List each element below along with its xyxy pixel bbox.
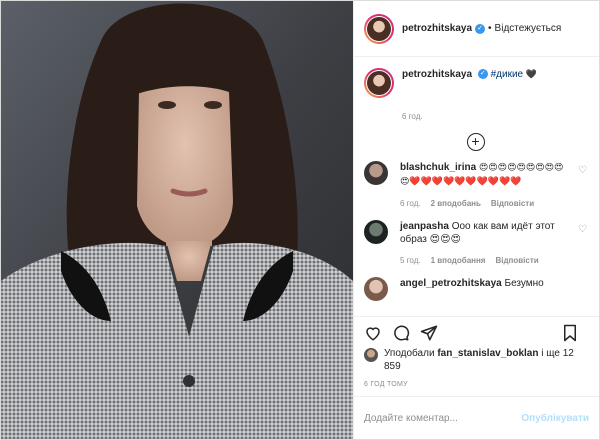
posted-ago[interactable]: 6 ГОД ТОМУ [364, 381, 408, 388]
comment-text: Безумно [504, 278, 544, 289]
comment-like-icon[interactable]: ♡ [578, 224, 587, 235]
comment-time[interactable]: 6 год. [400, 197, 421, 210]
comment-author[interactable]: angel_petrozhitskaya [400, 278, 502, 289]
comments-list[interactable]: petrozhitskaya ✓ #дикие 🖤 6 год. + blash… [354, 58, 599, 308]
author-avatar[interactable] [364, 13, 394, 44]
comment-reply-button[interactable]: Відповісти [491, 197, 534, 210]
share-send-icon[interactable] [420, 324, 438, 342]
separator-dot: • [488, 23, 492, 34]
likes-prefix: Уподобали [384, 348, 435, 359]
comment-likes[interactable]: 1 вподобання [431, 254, 486, 267]
comment-avatar[interactable] [364, 220, 388, 244]
load-more-comments-icon[interactable]: + [466, 133, 485, 151]
portrait-image [1, 1, 353, 439]
author-username[interactable]: petrozhitskaya [402, 23, 472, 34]
comment-item: jeanpasha Ооо как вам идёт этот образ 😍😍… [364, 220, 587, 267]
comment-avatar[interactable] [364, 277, 388, 301]
verified-icon: ✓ [475, 23, 486, 34]
caption-author[interactable]: petrozhitskaya [402, 69, 472, 80]
verified-icon: ✓ [477, 69, 488, 80]
comment-reply-button[interactable]: Відповісти [495, 254, 538, 267]
follow-status-button[interactable]: Відстежується [495, 23, 562, 34]
publish-button[interactable]: Опублікувати [521, 413, 589, 424]
add-comment-input[interactable] [364, 412, 522, 424]
comment-item: angel_petrozhitskaya Безумно [364, 277, 587, 301]
comment-time[interactable]: 5 год. [400, 254, 421, 267]
caption-author-avatar[interactable] [364, 68, 394, 98]
comment-author[interactable]: jeanpasha [400, 221, 449, 232]
post-actions-bar [354, 316, 599, 348]
post-side-panel: petrozhitskaya ✓ • Відстежується petrozh… [353, 1, 599, 439]
comment-like-icon[interactable]: ♡ [578, 165, 587, 176]
comment-avatar[interactable] [364, 161, 388, 185]
likes-user[interactable]: fan_stanislav_boklan [437, 348, 538, 359]
comment-likes[interactable]: 2 вподобань [431, 197, 481, 210]
comment-author[interactable]: blashchuk_irina [400, 162, 476, 173]
add-comment-bar: Опублікувати [354, 396, 599, 439]
liker-avatar[interactable] [364, 348, 378, 362]
post-header: petrozhitskaya ✓ • Відстежується [354, 1, 599, 57]
caption-time[interactable]: 6 год. [402, 112, 587, 121]
comment-bubble-icon[interactable] [392, 324, 410, 342]
likes-summary: Уподобали fan_stanislav_boklan і ще 12 8… [364, 347, 589, 373]
like-heart-icon[interactable] [364, 324, 382, 342]
caption-hashtag[interactable]: #дикие [491, 69, 524, 80]
post-modal: petrozhitskaya ✓ • Відстежується petrozh… [0, 0, 600, 440]
caption: petrozhitskaya ✓ #дикие 🖤 [364, 68, 587, 98]
post-photo[interactable] [1, 1, 353, 439]
caption-emoji: 🖤 [525, 70, 538, 80]
bookmark-icon[interactable] [561, 324, 579, 342]
comment-item: blashchuk_irina 😍😍😍😍😍😍😍😍😍😍❤️❤️❤️❤️❤️❤️❤️… [364, 161, 587, 210]
